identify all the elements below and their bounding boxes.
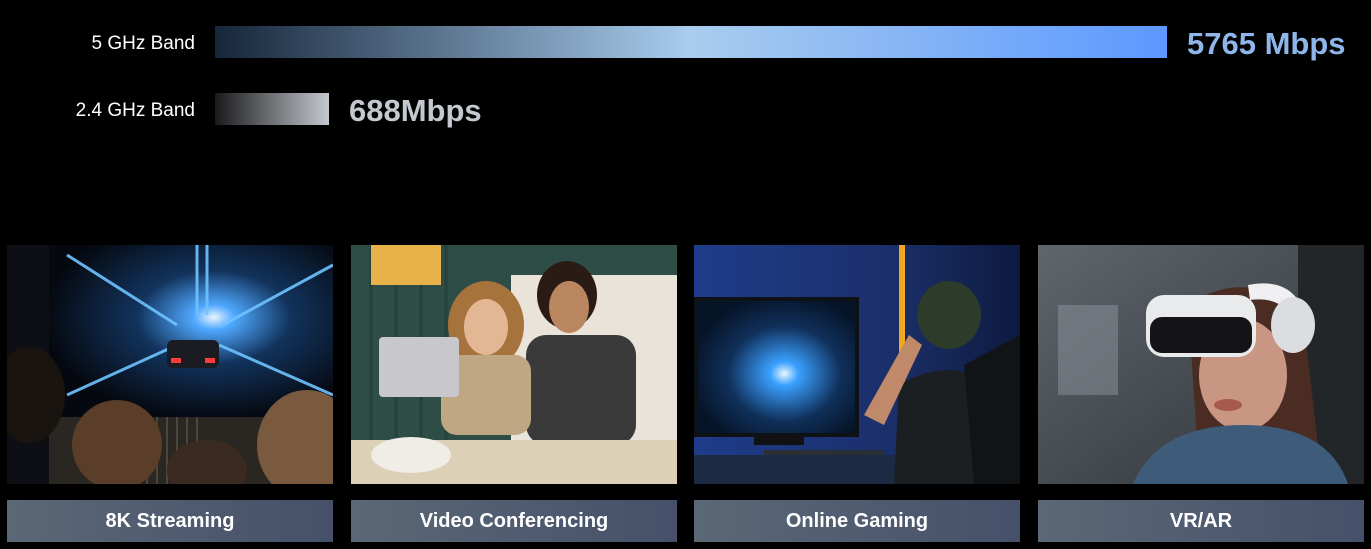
band-speed-bar — [215, 26, 1167, 58]
band-speed-value-label: 688Mbps — [349, 93, 482, 128]
use-case-cards: 8K Streaming Video Conferencing Online G… — [7, 245, 1364, 545]
band-category-label: 5 GHz Band — [92, 33, 196, 54]
band-speed-value-label: 5765 Mbps — [1187, 26, 1346, 61]
race-car-tunnel-image — [7, 245, 333, 484]
band-speed-bar — [215, 93, 329, 125]
gamer-monitor-image — [694, 245, 1020, 484]
card-caption: 8K Streaming — [7, 500, 333, 542]
card-caption: VR/AR — [1038, 500, 1364, 542]
card-8k-streaming: 8K Streaming — [7, 245, 333, 542]
band-speed-chart: 5 GHz Band 5765 Mbps 2.4 GHz Band 688Mbps — [76, 26, 1346, 128]
couple-laptop-image — [351, 245, 677, 484]
wifi-speed-infographic: 5 GHz Band 5765 Mbps 2.4 GHz Band 688Mbps — [0, 0, 1371, 549]
band-category-label: 2.4 GHz Band — [76, 100, 195, 121]
card-caption: Online Gaming — [694, 500, 1020, 542]
card-video-conferencing: Video Conferencing — [351, 245, 677, 542]
card-caption: Video Conferencing — [351, 500, 677, 542]
vr-headset-image — [1038, 245, 1364, 484]
card-online-gaming: Online Gaming — [694, 245, 1020, 542]
card-vr-ar: VR/AR — [1038, 245, 1364, 542]
